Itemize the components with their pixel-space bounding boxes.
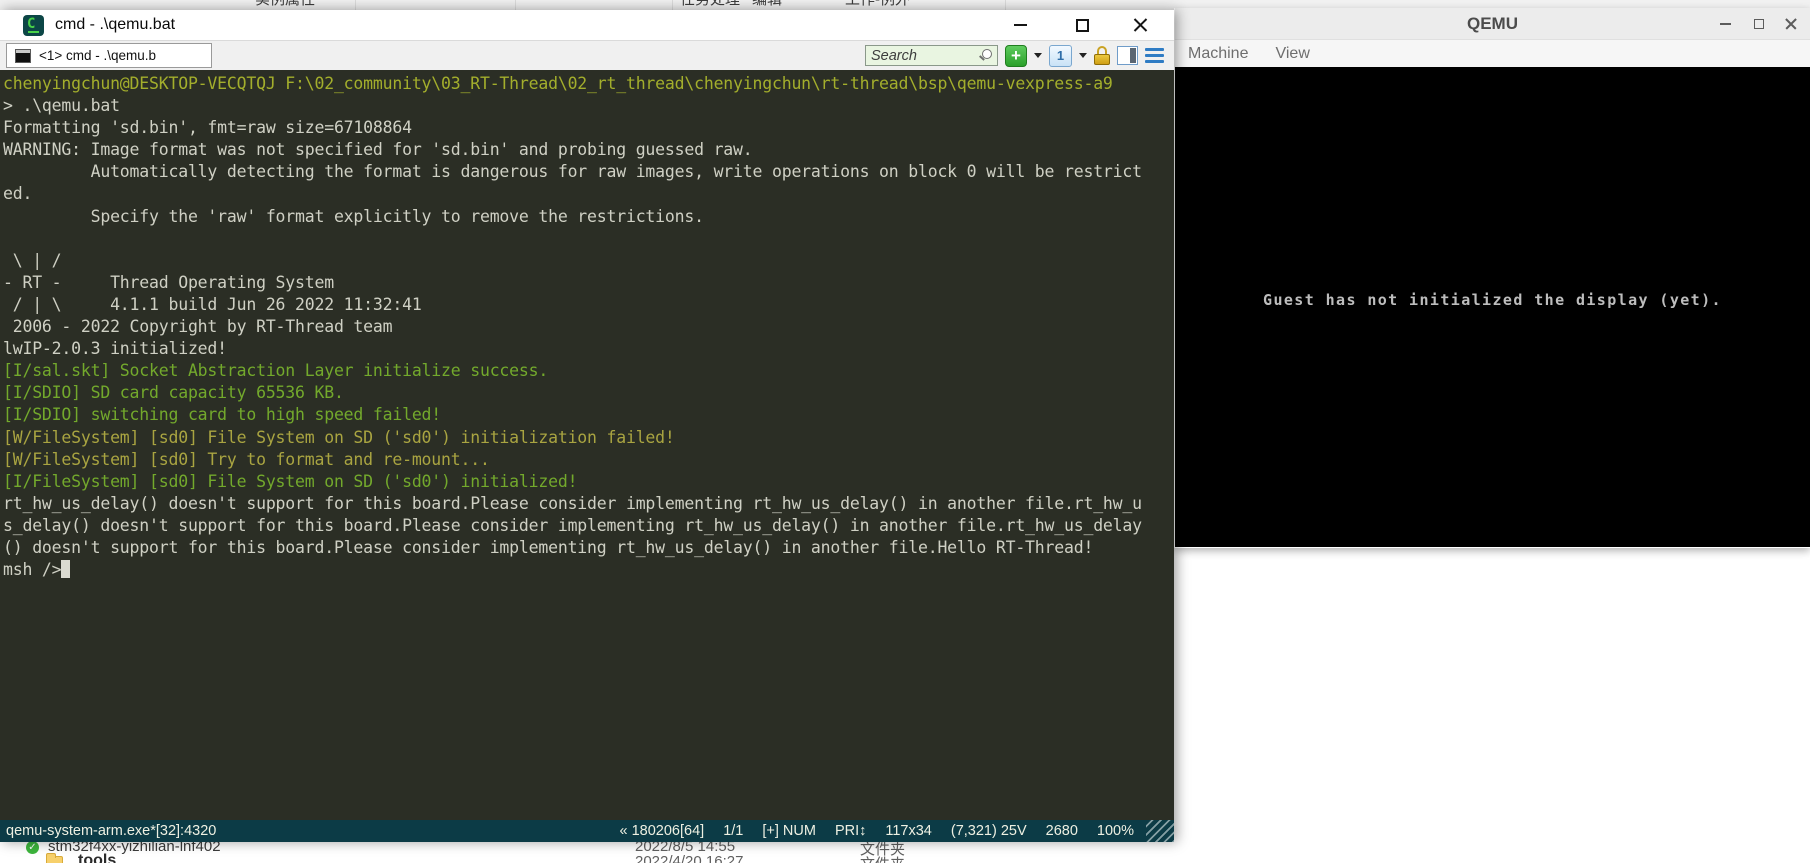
terminal-line: [W/FileSystem] [sd0] Try to format and r…	[3, 449, 1174, 471]
minimize-button[interactable]	[997, 10, 1043, 40]
qemu-menubar: Machine View	[1175, 40, 1810, 67]
status-item: « 180206[64]	[620, 823, 705, 839]
terminal-line: () doesn't support for this board.Please…	[3, 537, 1174, 559]
clipped-toolbar-text: 实例属性	[255, 0, 315, 10]
terminal-line: chenyingchun@DESKTOP-VECQTQJ F:\02_commu…	[3, 73, 1174, 95]
status-bar: qemu-system-arm.exe*[32]:4320 « 180206[6…	[0, 820, 1174, 842]
terminal-line: - RT - Thread Operating System	[3, 272, 1174, 294]
qemu-menu-machine[interactable]: Machine	[1188, 45, 1248, 63]
screen: 实例属性任务处理编辑工作-例外 ✓ stm32f4xx-yizhilian-ln…	[0, 0, 1810, 863]
terminal-line: [I/FileSystem] [sd0] File System on SD (…	[3, 471, 1174, 493]
status-right-items: « 180206[64] 1/1 [+] NUM PRI↕ 117x34 (7,321) …	[620, 823, 1174, 839]
tab-bar: <1> cmd - .\qemu.b Search + 1	[0, 40, 1174, 70]
terminal-line: 2006 - 2022 Copyright by RT-Thread team	[3, 316, 1174, 338]
resize-grip[interactable]	[1146, 820, 1174, 842]
terminal-line: WARNING: Image format was not specified …	[3, 139, 1174, 161]
file-row-date: 2022/4/20 16:27	[635, 853, 743, 863]
terminal-line: ed.	[3, 183, 1174, 205]
close-button[interactable]	[1117, 10, 1163, 40]
new-console-dropdown-icon[interactable]	[1034, 53, 1042, 58]
lock-icon[interactable]	[1094, 45, 1110, 66]
clipped-toolbar-text: 工作-例外	[845, 0, 910, 10]
qemu-menu-view[interactable]: View	[1275, 45, 1309, 63]
active-console-button[interactable]: 1	[1049, 45, 1072, 67]
file-row-name[interactable]: tools	[78, 852, 116, 863]
status-process-info: qemu-system-arm.exe*[32]:4320	[6, 823, 216, 839]
terminal-line: rt_hw_us_delay() doesn't support for thi…	[3, 493, 1174, 515]
terminal-line: [I/SDIO] SD card capacity 65536 KB.	[3, 382, 1174, 404]
qemu-titlebar[interactable]: QEMU	[1175, 8, 1810, 40]
terminal-line: [I/SDIO] switching card to high speed fa…	[3, 404, 1174, 426]
qemu-close-button[interactable]	[1774, 8, 1808, 40]
terminal-line: / | \ 4.1.1 build Jun 26 2022 11:32:41	[3, 294, 1174, 316]
window-title: cmd - .\qemu.bat	[55, 16, 175, 34]
status-item: 1/1	[723, 823, 743, 839]
qemu-maximize-button[interactable]	[1742, 8, 1776, 40]
status-item: 100%	[1097, 823, 1134, 839]
new-console-button[interactable]: +	[1005, 45, 1027, 67]
status-item: 117x34	[885, 823, 932, 839]
terminal-line: [W/FileSystem] [sd0] File System on SD (…	[3, 427, 1174, 449]
terminal-line: s_delay() doesn't support for this board…	[3, 515, 1174, 537]
terminal-line: [I/sal.skt] Socket Abstraction Layer ini…	[3, 360, 1174, 382]
status-item: (7,321) 25V	[951, 823, 1027, 839]
qemu-display-message: Guest has not initialized the display (y…	[1175, 291, 1810, 309]
clipped-toolbar-text: 编辑	[752, 0, 782, 10]
terminal-line: > .\qemu.bat	[3, 95, 1174, 117]
terminal-output[interactable]: chenyingchun@DESKTOP-VECQTQJ F:\02_commu…	[0, 70, 1174, 830]
console-list-dropdown-icon[interactable]	[1079, 53, 1087, 58]
folder-icon	[46, 856, 63, 863]
console-icon	[15, 49, 31, 63]
terminal-line: lwIP-2.0.3 initialized!	[3, 338, 1174, 360]
qemu-window: QEMU Machine View Guest has not initializ…	[1174, 8, 1810, 548]
sync-check-icon: ✓	[26, 841, 39, 854]
qemu-window-title: QEMU	[1467, 14, 1518, 34]
panel-view-button[interactable]	[1117, 46, 1138, 65]
qemu-minimize-button[interactable]	[1708, 8, 1742, 40]
status-item: [+] NUM	[762, 823, 816, 839]
search-icon	[979, 49, 992, 62]
tab-label: <1> cmd - .\qemu.b	[39, 48, 156, 63]
maximize-button[interactable]	[1059, 10, 1105, 40]
search-placeholder: Search	[871, 48, 917, 64]
terminal-line	[3, 228, 1174, 250]
toolbar: Search + 1	[865, 45, 1174, 67]
terminal-line: msh />	[3, 559, 1174, 581]
tab-console-1[interactable]: <1> cmd - .\qemu.b	[6, 43, 212, 68]
clipped-toolbar-text: 任务处理	[680, 0, 740, 10]
hamburger-menu-icon[interactable]	[1145, 48, 1164, 64]
status-item: PRI↕	[835, 823, 866, 839]
conemu-window: C cmd - .\qemu.bat <1> cmd - .\qemu.b Se…	[0, 10, 1174, 842]
qemu-display[interactable]: Guest has not initialized the display (y…	[1175, 67, 1810, 547]
file-row-type: 文件夹	[860, 853, 905, 863]
status-item: 2680	[1046, 823, 1078, 839]
terminal-line: Specify the 'raw' format explicitly to r…	[3, 206, 1174, 228]
terminal-line: \ | /	[3, 250, 1174, 272]
terminal-cursor	[61, 560, 70, 578]
search-input[interactable]: Search	[865, 45, 998, 66]
conemu-app-icon: C	[23, 15, 44, 36]
terminal-line: Formatting 'sd.bin', fmt=raw size=671088…	[3, 117, 1174, 139]
conemu-titlebar[interactable]: C cmd - .\qemu.bat	[0, 10, 1174, 40]
terminal-line: Automatically detecting the format is da…	[3, 161, 1174, 183]
